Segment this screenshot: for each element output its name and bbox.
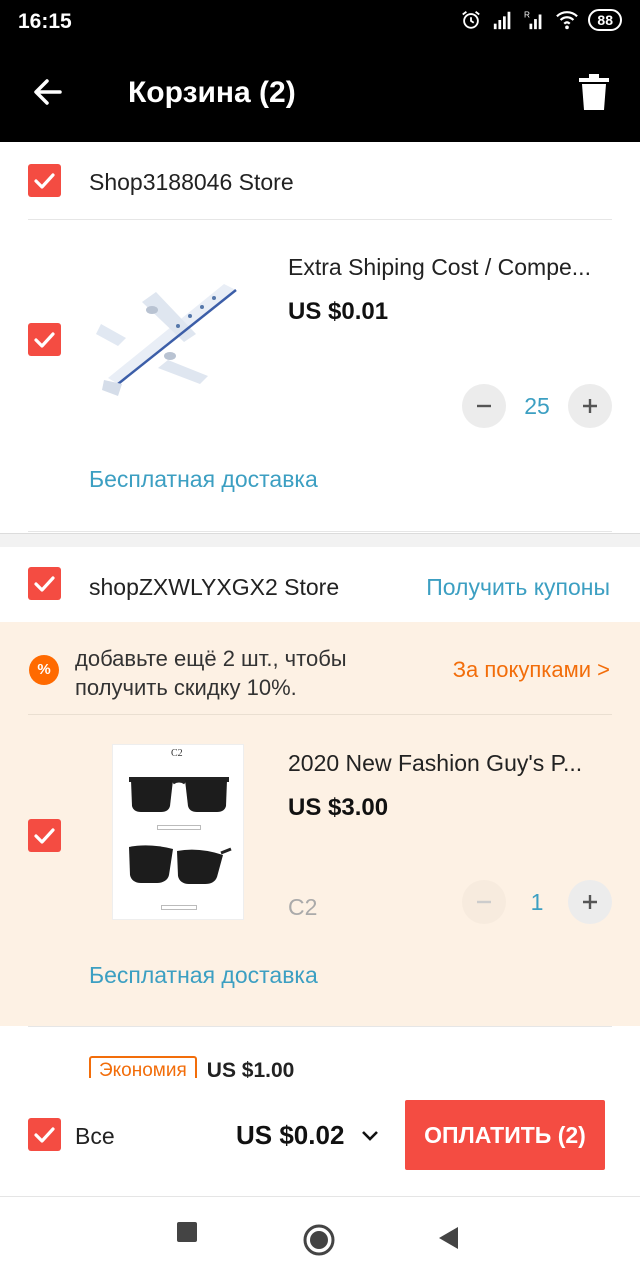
promo-text: добавьте ещё 2 шт., чтобы получить скидк… — [75, 646, 347, 700]
trash-icon[interactable] — [576, 72, 612, 112]
quantity-decrease-button[interactable] — [462, 384, 506, 428]
store-checkbox[interactable] — [28, 567, 61, 600]
wifi-icon — [556, 11, 579, 30]
sunglasses-side-icon — [129, 845, 232, 884]
free-shipping-label: Бесплатная доставка — [89, 962, 318, 988]
airplane-product-image[interactable] — [96, 272, 246, 412]
alarm-icon — [462, 11, 481, 29]
divider — [28, 1026, 612, 1027]
store-checkbox[interactable] — [28, 164, 61, 197]
check-icon — [34, 828, 55, 844]
store-header: Shop3188046 Store — [0, 142, 640, 220]
savings-row: Экономия US $1.00 — [89, 1056, 294, 1078]
check-icon — [34, 332, 55, 348]
get-coupons-link[interactable]: Получить купоны — [426, 574, 610, 601]
item-price: US $0.01 — [288, 298, 389, 325]
quantity-increase-button[interactable] — [568, 880, 612, 924]
status-bar: 16:15 R 88 — [0, 0, 640, 44]
status-time: 16:15 — [18, 10, 72, 33]
page-title: Корзина (2) — [128, 76, 296, 109]
free-shipping-label: Бесплатная доставка — [89, 466, 318, 492]
battery-icon: 88 — [588, 9, 622, 31]
app-header: Корзина (2) — [0, 44, 640, 142]
minus-icon — [477, 404, 491, 408]
savings-amount: US $1.00 — [206, 1059, 295, 1078]
quantity-value[interactable]: 25 — [507, 393, 567, 420]
select-all-label[interactable]: Все — [75, 1123, 115, 1150]
home-circle-icon[interactable] — [302, 1223, 336, 1257]
item-variant[interactable]: C2 — [288, 894, 317, 921]
recents-square-icon[interactable] — [176, 1221, 198, 1243]
check-icon — [34, 1127, 55, 1143]
system-nav-bar — [0, 1196, 640, 1280]
pay-button[interactable]: ОПЛАТИТЬ (2) — [405, 1100, 605, 1170]
back-triangle-icon[interactable] — [436, 1225, 462, 1251]
item-title[interactable]: Extra Shiping Cost / Compe... — [288, 254, 614, 281]
item-checkbox[interactable] — [28, 323, 61, 356]
signal-roaming-icon: R — [524, 10, 542, 30]
check-icon — [34, 173, 55, 189]
quantity-decrease-button[interactable] — [462, 880, 506, 924]
chevron-down-icon[interactable] — [360, 1126, 380, 1146]
minus-icon — [477, 900, 491, 904]
divider — [28, 714, 612, 715]
item-price: US $3.00 — [288, 794, 389, 821]
store-name[interactable]: Shop3188046 Store — [89, 169, 294, 196]
check-icon — [34, 576, 55, 592]
svg-text:R: R — [524, 10, 530, 19]
plus-icon — [583, 895, 597, 909]
savings-badge: Экономия — [89, 1056, 197, 1078]
percent-icon: % — [29, 655, 59, 685]
divider — [28, 219, 612, 220]
sunglasses-product-image[interactable]: C2 — [112, 744, 244, 920]
quantity-increase-button[interactable] — [568, 384, 612, 428]
item-title[interactable]: 2020 New Fashion Guy's P... — [288, 750, 614, 777]
item-checkbox[interactable] — [28, 819, 61, 852]
checkout-bar: Все US $0.02 ОПЛАТИТЬ (2) — [0, 1078, 640, 1196]
status-icons: R 88 — [460, 9, 622, 31]
quantity-value[interactable]: 1 — [507, 889, 567, 916]
store-header: shopZXWLYXGX2 Store Получить купоны — [0, 547, 640, 625]
section-separator — [0, 533, 640, 547]
continue-shopping-link[interactable]: За покупками > — [453, 657, 610, 683]
store-name[interactable]: shopZXWLYXGX2 Store — [89, 574, 339, 601]
total-price[interactable]: US $0.02 — [236, 1120, 344, 1151]
arrow-left-icon[interactable] — [28, 72, 68, 112]
signal-icon — [494, 11, 511, 30]
sunglasses-icon — [129, 777, 229, 812]
select-all-checkbox[interactable] — [28, 1118, 61, 1151]
plus-icon — [583, 399, 597, 413]
divider — [28, 531, 612, 532]
product-image-label: C2 — [171, 748, 183, 759]
